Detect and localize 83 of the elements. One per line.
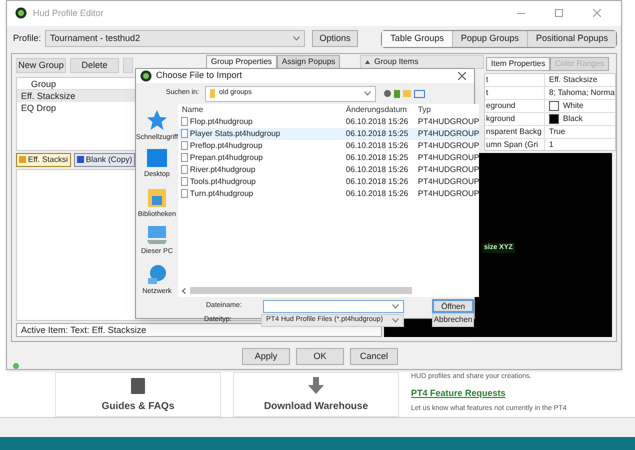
layout-element-tab[interactable]: Blank (Copy) — [74, 152, 136, 167]
desktop-icon — [146, 148, 168, 168]
property-name: eground — [485, 100, 545, 112]
options-button[interactable]: Options — [312, 30, 358, 48]
file-row[interactable]: Preflop.pt4hudgroup 06.10.2018 15:26 PT4HUDGROUP — [178, 140, 480, 152]
file-type: PT4HUDGROUP — [418, 164, 480, 176]
card-title: Download Warehouse — [264, 400, 368, 414]
file-name: Player Stats.pt4hudgroup — [190, 128, 280, 140]
view-tab[interactable]: Positional Popups — [526, 30, 616, 47]
folder-icon — [210, 89, 215, 98]
file-row[interactable]: Player Stats.pt4hudgroup 06.10.2018 15:25 PT4HUDGROUP — [178, 128, 480, 140]
file-date: 06.10.2018 15:26 — [346, 176, 410, 188]
item-icon — [19, 156, 26, 164]
scroll-left-icon[interactable] — [182, 288, 186, 294]
group-tab[interactable]: Group Properties — [206, 54, 277, 69]
property-value: 1 — [549, 138, 554, 150]
file-name: Flop.pt4hudgroup — [190, 116, 253, 128]
file-date: 06.10.2018 15:25 — [346, 128, 410, 140]
profile-label: Profile: — [13, 32, 42, 46]
file-name: Preflop.pt4hudgroup — [190, 140, 262, 152]
view-tab[interactable]: Table Groups — [382, 30, 452, 47]
ok-button[interactable]: OK — [296, 348, 344, 366]
status-field: Active Item: Text: Eff. Stacksize — [16, 323, 382, 338]
group-items-header: Group Items — [360, 54, 484, 69]
file-date: 06.10.2018 15:25 — [346, 152, 410, 164]
app-logo-icon — [15, 7, 27, 20]
property-value: True — [549, 126, 566, 138]
feature-requests-link[interactable]: PT4 Feature Requests — [411, 386, 567, 400]
file-type: PT4HUDGROUP — [418, 152, 480, 164]
property-name: umn Span (Gri — [485, 138, 545, 150]
book-icon — [130, 377, 146, 395]
file-date: 06.10.2018 15:26 — [346, 164, 410, 176]
caret-icon — [392, 318, 400, 322]
caret-icon — [293, 36, 300, 42]
profile-dropdown[interactable]: Tournament - testhud2 — [45, 30, 306, 48]
file-date: 06.10.2018 15:26 — [346, 188, 410, 200]
group-tab[interactable]: Assign Popups — [276, 54, 340, 69]
file-name: Turn.pt4hudgroup — [190, 188, 254, 200]
file-date: 06.10.2018 15:26 — [346, 140, 410, 152]
file-type: PT4HUDGROUP — [418, 128, 480, 140]
new-group-button[interactable]: New Group — [16, 58, 66, 73]
star-icon — [146, 108, 168, 130]
computer-icon — [144, 225, 169, 245]
property-value: Black — [563, 112, 583, 125]
cancel-button[interactable]: Cancel — [350, 348, 398, 366]
close-icon[interactable] — [458, 72, 466, 80]
property-name: t — [485, 86, 545, 99]
file-type: PT4HUDGROUP — [418, 188, 480, 200]
down-arrow-icon — [307, 377, 325, 395]
dialog-cancel-button[interactable]: Abbrechen — [432, 313, 474, 327]
window-title: Hud Profile Editor — [33, 6, 104, 20]
caret-icon — [392, 304, 400, 308]
file-type: PT4HUDGROUP — [418, 116, 480, 128]
maximize-icon[interactable] — [555, 9, 563, 18]
property-value: Eff. Stacksize — [549, 74, 598, 86]
column-header: Typ — [418, 104, 431, 116]
minimize-icon[interactable] — [517, 12, 525, 14]
property-tab[interactable]: Item Properties — [486, 56, 550, 71]
apply-button[interactable]: Apply — [242, 348, 290, 366]
property-value: White — [563, 100, 584, 112]
file-type: PT4HUDGROUP — [418, 140, 480, 152]
open-button[interactable]: Öffnen — [432, 299, 474, 313]
delete-button[interactable]: Delete — [70, 58, 119, 73]
property-name: kground — [485, 112, 545, 125]
network-globe-icon — [146, 262, 168, 284]
caret-icon — [364, 91, 371, 96]
filename-field[interactable] — [262, 300, 404, 312]
view-menu-icon[interactable] — [414, 90, 425, 98]
file-date: 06.10.2018 15:26 — [346, 116, 410, 128]
item-icon — [76, 156, 84, 164]
file-name: Prepan.pt4hudgroup — [190, 152, 263, 164]
file-type: PT4HUDGROUP — [418, 176, 480, 188]
collapse-arrow-icon — [365, 60, 370, 64]
view-tab[interactable]: Popup Groups — [452, 30, 527, 47]
dialog-logo-icon — [140, 70, 152, 82]
file-name: River.pt4hudgroup — [190, 164, 256, 176]
property-value: 8; Tahoma; Norma — [549, 86, 615, 99]
layout-element-tab[interactable]: Eff. Stacksi — [16, 152, 71, 167]
file-name: Tools.pt4hudgroup — [190, 176, 256, 188]
column-header: Änderungsdatum — [346, 104, 408, 116]
property-name: t — [485, 74, 545, 86]
card-title: Guides & FAQs — [102, 400, 174, 414]
property-name: nsparent Backg — [485, 126, 545, 138]
